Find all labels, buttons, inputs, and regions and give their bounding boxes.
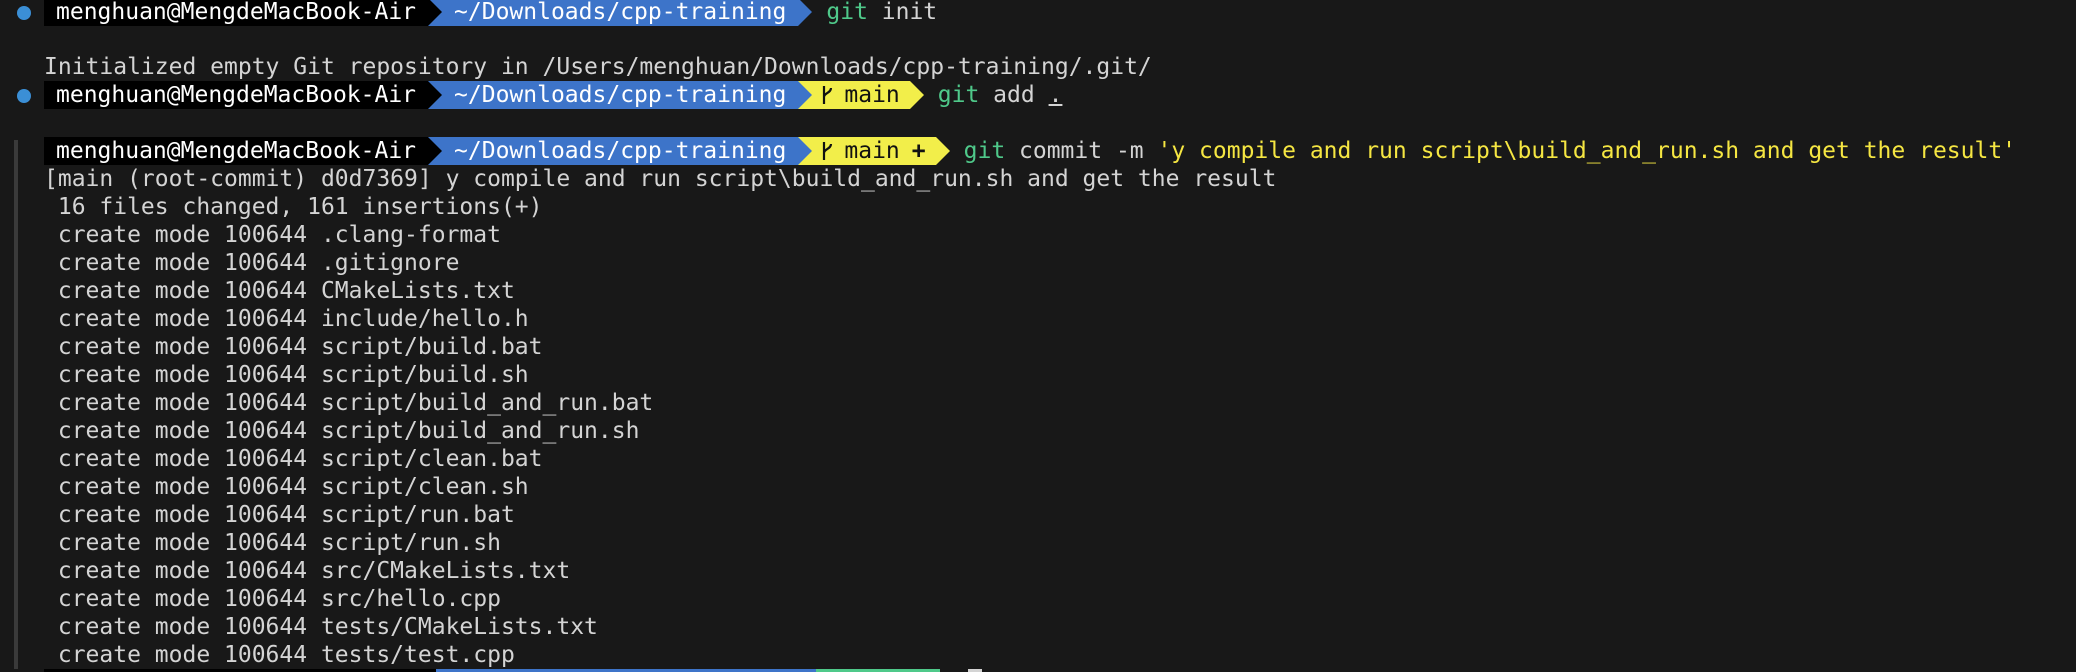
prompt-line-3: menghuan@MengdeMacBook-Air ~/Downloads/c…: [44, 137, 2016, 165]
prompt-git-branch: main +: [812, 137, 936, 165]
command-decoration-dot[interactable]: [17, 6, 31, 20]
dirty-marker: +: [911, 138, 926, 164]
prompt-user: menghuan@MengdeMacBook-Air: [44, 137, 429, 165]
command-git: git: [963, 138, 1006, 164]
prompt-git-branch: main: [812, 81, 910, 109]
git-branch-icon: [823, 142, 833, 160]
command-git: git: [826, 0, 868, 25]
command-git: git: [937, 82, 980, 108]
command-gutter-bar[interactable]: [14, 140, 18, 669]
prompt-path: ~/Downloads/cpp-training: [442, 0, 799, 26]
command-args: add: [979, 82, 1049, 108]
output-line: create mode 100644 tests/test.cpp: [44, 642, 515, 668]
prompt-line-1: menghuan@MengdeMacBook-Air ~/Downloads/c…: [44, 0, 937, 26]
output-line: create mode 100644 src/hello.cpp: [44, 586, 501, 612]
command-decoration-dot[interactable]: [17, 89, 31, 103]
branch-name: main: [844, 138, 900, 164]
prompt-path: ~/Downloads/cpp-training: [442, 81, 799, 109]
prompt-separator: [798, 0, 813, 26]
git-branch-icon: [823, 86, 833, 104]
output-line: create mode 100644 script/build_and_run.…: [44, 418, 640, 444]
output-line: create mode 100644 script/build_and_run.…: [44, 390, 654, 416]
prompt-user: menghuan@MengdeMacBook-Air: [44, 0, 429, 26]
output-line: create mode 100644 CMakeLists.txt: [44, 278, 515, 304]
prompt-separator: [798, 137, 813, 165]
output-line: [main (root-commit) d0d7369] y compile a…: [44, 166, 1277, 192]
prompt-separator: [428, 137, 443, 165]
terminal-window[interactable]: menghuan@MengdeMacBook-Air ~/Downloads/c…: [0, 0, 2076, 672]
prompt-user: menghuan@MengdeMacBook-Air: [44, 81, 429, 109]
prompt-path: ~/Downloads/cpp-training: [442, 137, 799, 165]
prompt-line-2: menghuan@MengdeMacBook-Air ~/Downloads/c…: [44, 81, 1062, 109]
prompt-separator: [428, 0, 443, 26]
prompt-separator: [909, 81, 924, 109]
output-line: Initialized empty Git repository in /Use…: [44, 54, 1152, 80]
output-line: create mode 100644 .gitignore: [44, 250, 460, 276]
prompt-separator: [428, 81, 443, 109]
command-args: commit -m: [1005, 138, 1158, 164]
output-line: create mode 100644 script/build.sh: [44, 362, 529, 388]
prompt-separator: [798, 81, 813, 109]
branch-name: main: [844, 82, 900, 108]
output-line: create mode 100644 script/build.bat: [44, 334, 543, 360]
prompt-separator: [935, 137, 950, 165]
output-line: create mode 100644 tests/CMakeLists.txt: [44, 614, 598, 640]
command-path-arg[interactable]: .: [1049, 81, 1063, 109]
output-line: 16 files changed, 161 insertions(+): [44, 194, 543, 220]
output-line: create mode 100644 script/clean.sh: [44, 474, 529, 500]
output-line: create mode 100644 script/clean.bat: [44, 446, 543, 472]
command-args: init: [867, 0, 938, 25]
output-line: create mode 100644 .clang-format: [44, 222, 501, 248]
output-line: create mode 100644 src/CMakeLists.txt: [44, 558, 571, 584]
output-line: create mode 100644 script/run.sh: [44, 530, 501, 556]
output-line: create mode 100644 script/run.bat: [44, 502, 515, 528]
commit-message: 'y compile and run script\build_and_run.…: [1157, 138, 2017, 164]
output-line: create mode 100644 include/hello.h: [44, 306, 529, 332]
